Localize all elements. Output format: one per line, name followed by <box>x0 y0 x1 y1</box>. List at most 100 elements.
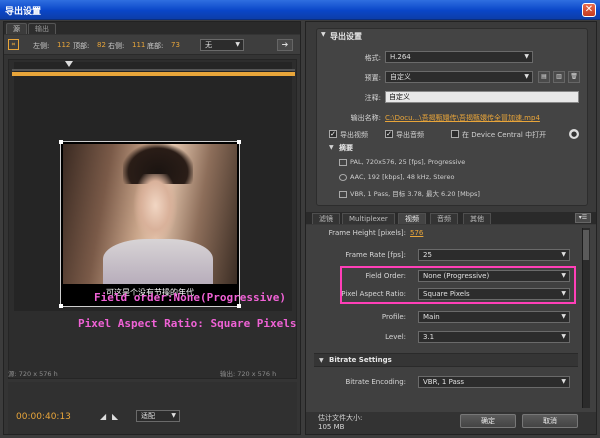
summary-collapse-icon[interactable]: ▼ <box>329 144 334 151</box>
fit-select[interactable]: 适配 ▼ <box>136 410 180 422</box>
export-settings-section: ▼ 导出设置 格式: H.264 ▼ 预置: 自定义 ▼ ▤ ▥ 🗑 注释: 自… <box>316 28 588 206</box>
chevron-down-icon: ▼ <box>171 412 176 419</box>
preset-select[interactable]: 自定义 ▼ <box>385 71 533 83</box>
crop-right-label: 右侧: <box>108 42 125 50</box>
tab-video[interactable]: 视频 <box>398 213 426 224</box>
export-audio-label: 导出音频 <box>396 131 424 139</box>
title-bar: 导出设置 ✕ <box>0 0 600 20</box>
timeline: 00:00:40:13 ◢ ◣ 适配 ▼ <box>8 382 297 434</box>
export-audio-checkbox[interactable]: ✓ <box>385 130 393 138</box>
tab-output[interactable]: 输出 <box>28 23 56 34</box>
bitrate-collapse-icon[interactable]: ▼ <box>319 357 324 364</box>
tab-filters[interactable]: 滤镜 <box>312 213 340 224</box>
output-name-link[interactable]: C:\Docu...\吾揭甄嬛传\吾揭甄嬛传全冒加速.mp4 <box>385 113 581 123</box>
tab-multiplexer[interactable]: Multiplexer <box>342 213 395 224</box>
field-order-label: Field Order: <box>365 272 406 280</box>
export-settings-panel: ▼ 导出设置 格式: H.264 ▼ 预置: 自定义 ▼ ▤ ▥ 🗑 注释: 自… <box>305 21 597 435</box>
summary-audio-text: AAC, 192 [kbps], 48 kHz, Stereo <box>350 173 455 181</box>
crop-top-value[interactable]: 82 <box>97 41 106 49</box>
format-label: 格式: <box>364 54 381 62</box>
frame-height-label: Frame Height [pixels]: <box>328 229 406 237</box>
collapse-triangle-icon[interactable]: ▼ <box>321 31 326 38</box>
timeline-track[interactable] <box>12 69 295 71</box>
chevron-down-icon: ▼ <box>561 251 566 258</box>
crop-ratio-select[interactable]: 无 ▼ <box>200 39 244 51</box>
chevron-down-icon: ▼ <box>524 53 529 60</box>
crop-icon[interactable]: ⌗ <box>8 39 19 50</box>
tab-audio[interactable]: 音频 <box>430 213 458 224</box>
profile-value: Main <box>423 313 440 321</box>
field-order-select[interactable]: None (Progressive) ▼ <box>418 270 570 282</box>
figure-robe <box>103 239 213 284</box>
crop-handle-bl[interactable] <box>59 304 63 308</box>
playhead[interactable] <box>65 61 73 67</box>
chevron-down-icon: ▼ <box>561 272 566 279</box>
close-button[interactable]: ✕ <box>582 3 596 17</box>
filesize-label: 估计文件大小: <box>318 414 363 422</box>
timecode[interactable]: 00:00:40:13 <box>16 412 71 422</box>
mark-in-icon[interactable]: ◢ <box>100 412 106 421</box>
bitrate-encoding-select[interactable]: VBR, 1 Pass ▼ <box>418 376 570 388</box>
video-frame[interactable]: 可这是个没有节操的年代 <box>59 140 241 308</box>
crop-toolbar: ⌗ 左侧: 112 顶部: 82 右侧: 111 底部: 73 无 ▼ ➔ <box>4 35 300 55</box>
bitrate-settings-header-bar[interactable]: ▼ Bitrate Settings <box>314 353 578 367</box>
summary-bitrate: VBR, 1 Pass, 目标 3.78, 最大 6.20 [Mbps] <box>339 188 480 198</box>
tab-source[interactable]: 源 <box>6 23 27 34</box>
video-settings-panel: Frame Height [pixels]: 576 Frame Rate [f… <box>306 225 596 412</box>
par-select[interactable]: Square Pixels ▼ <box>418 288 570 300</box>
cancel-button[interactable]: 取消 <box>522 414 578 428</box>
level-select[interactable]: 3.1 ▼ <box>418 331 570 343</box>
summary-video-text: PAL, 720x576, 25 [fps], Progressive <box>350 158 466 166</box>
export-video-label: 导出视频 <box>340 131 368 139</box>
crop-bottom-value[interactable]: 73 <box>171 41 180 49</box>
comment-label: 注释: <box>364 94 381 102</box>
settings-tabbar: 滤镜 Multiplexer 视频 音频 其他 ▾☰ <box>306 212 596 224</box>
scrollbar-thumb[interactable] <box>583 230 589 260</box>
work-area-bar[interactable] <box>12 72 295 76</box>
footer-bar: 估计文件大小: 105 MB 确定 取消 <box>306 412 596 434</box>
save-preset-icon[interactable]: ▤ <box>538 71 550 83</box>
gauge-icon <box>339 190 347 198</box>
frame-height-value[interactable]: 576 <box>410 229 423 237</box>
panel-menu-icon[interactable]: ▾☰ <box>575 213 591 223</box>
crop-handle-tr[interactable] <box>237 140 241 144</box>
bitrate-encoding-value: VBR, 1 Pass <box>423 378 465 386</box>
crop-handle-br[interactable] <box>237 304 241 308</box>
source-tabbar: 源 输出 <box>4 22 300 34</box>
info-icon[interactable]: ● <box>569 129 579 139</box>
summary-bitrate-text: VBR, 1 Pass, 目标 3.78, 最大 6.20 [Mbps] <box>350 190 480 198</box>
mark-out-icon[interactable]: ◣ <box>112 412 118 421</box>
annotation-field-order: Field order:None(Progressive) <box>94 291 287 304</box>
video-preview-image <box>63 144 237 284</box>
par-value: Square Pixels <box>423 290 470 298</box>
import-preset-icon[interactable]: ▥ <box>553 71 565 83</box>
filesize-value: 105 MB <box>318 423 345 431</box>
crop-bottom-label: 底部: <box>147 42 164 50</box>
comment-field[interactable]: 自定义 <box>385 91 579 103</box>
ok-button[interactable]: 确定 <box>460 414 516 428</box>
crop-left-value[interactable]: 112 <box>57 41 70 49</box>
chevron-down-icon: ▼ <box>561 290 566 297</box>
speaker-icon <box>339 173 347 181</box>
export-video-checkbox[interactable]: ✓ <box>329 130 337 138</box>
window-title: 导出设置 <box>5 7 42 17</box>
crop-left-label: 左侧: <box>33 42 50 50</box>
crop-ratio-value: 无 <box>205 41 212 49</box>
swap-button[interactable]: ➔ <box>277 39 293 51</box>
profile-select[interactable]: Main ▼ <box>418 311 570 323</box>
preset-label: 预置: <box>364 74 381 82</box>
device-central-checkbox[interactable] <box>451 130 459 138</box>
format-select[interactable]: H.264 ▼ <box>385 51 533 63</box>
frame-rate-select[interactable]: 25 ▼ <box>418 249 570 261</box>
chevron-down-icon: ▼ <box>235 41 240 48</box>
tab-other[interactable]: 其他 <box>463 213 491 224</box>
device-central-label: 在 Device Central 中打开 <box>462 131 547 139</box>
profile-label: Profile: <box>381 313 406 321</box>
delete-preset-icon[interactable]: 🗑 <box>568 71 580 83</box>
bitrate-settings-header: Bitrate Settings <box>329 356 392 364</box>
crop-right-value[interactable]: 111 <box>132 41 145 49</box>
crop-handle-tl[interactable] <box>59 140 63 144</box>
output-dimensions: 输出: 720 x 576 h <box>220 370 277 378</box>
figure-face <box>133 174 178 244</box>
chevron-down-icon: ▼ <box>524 73 529 80</box>
